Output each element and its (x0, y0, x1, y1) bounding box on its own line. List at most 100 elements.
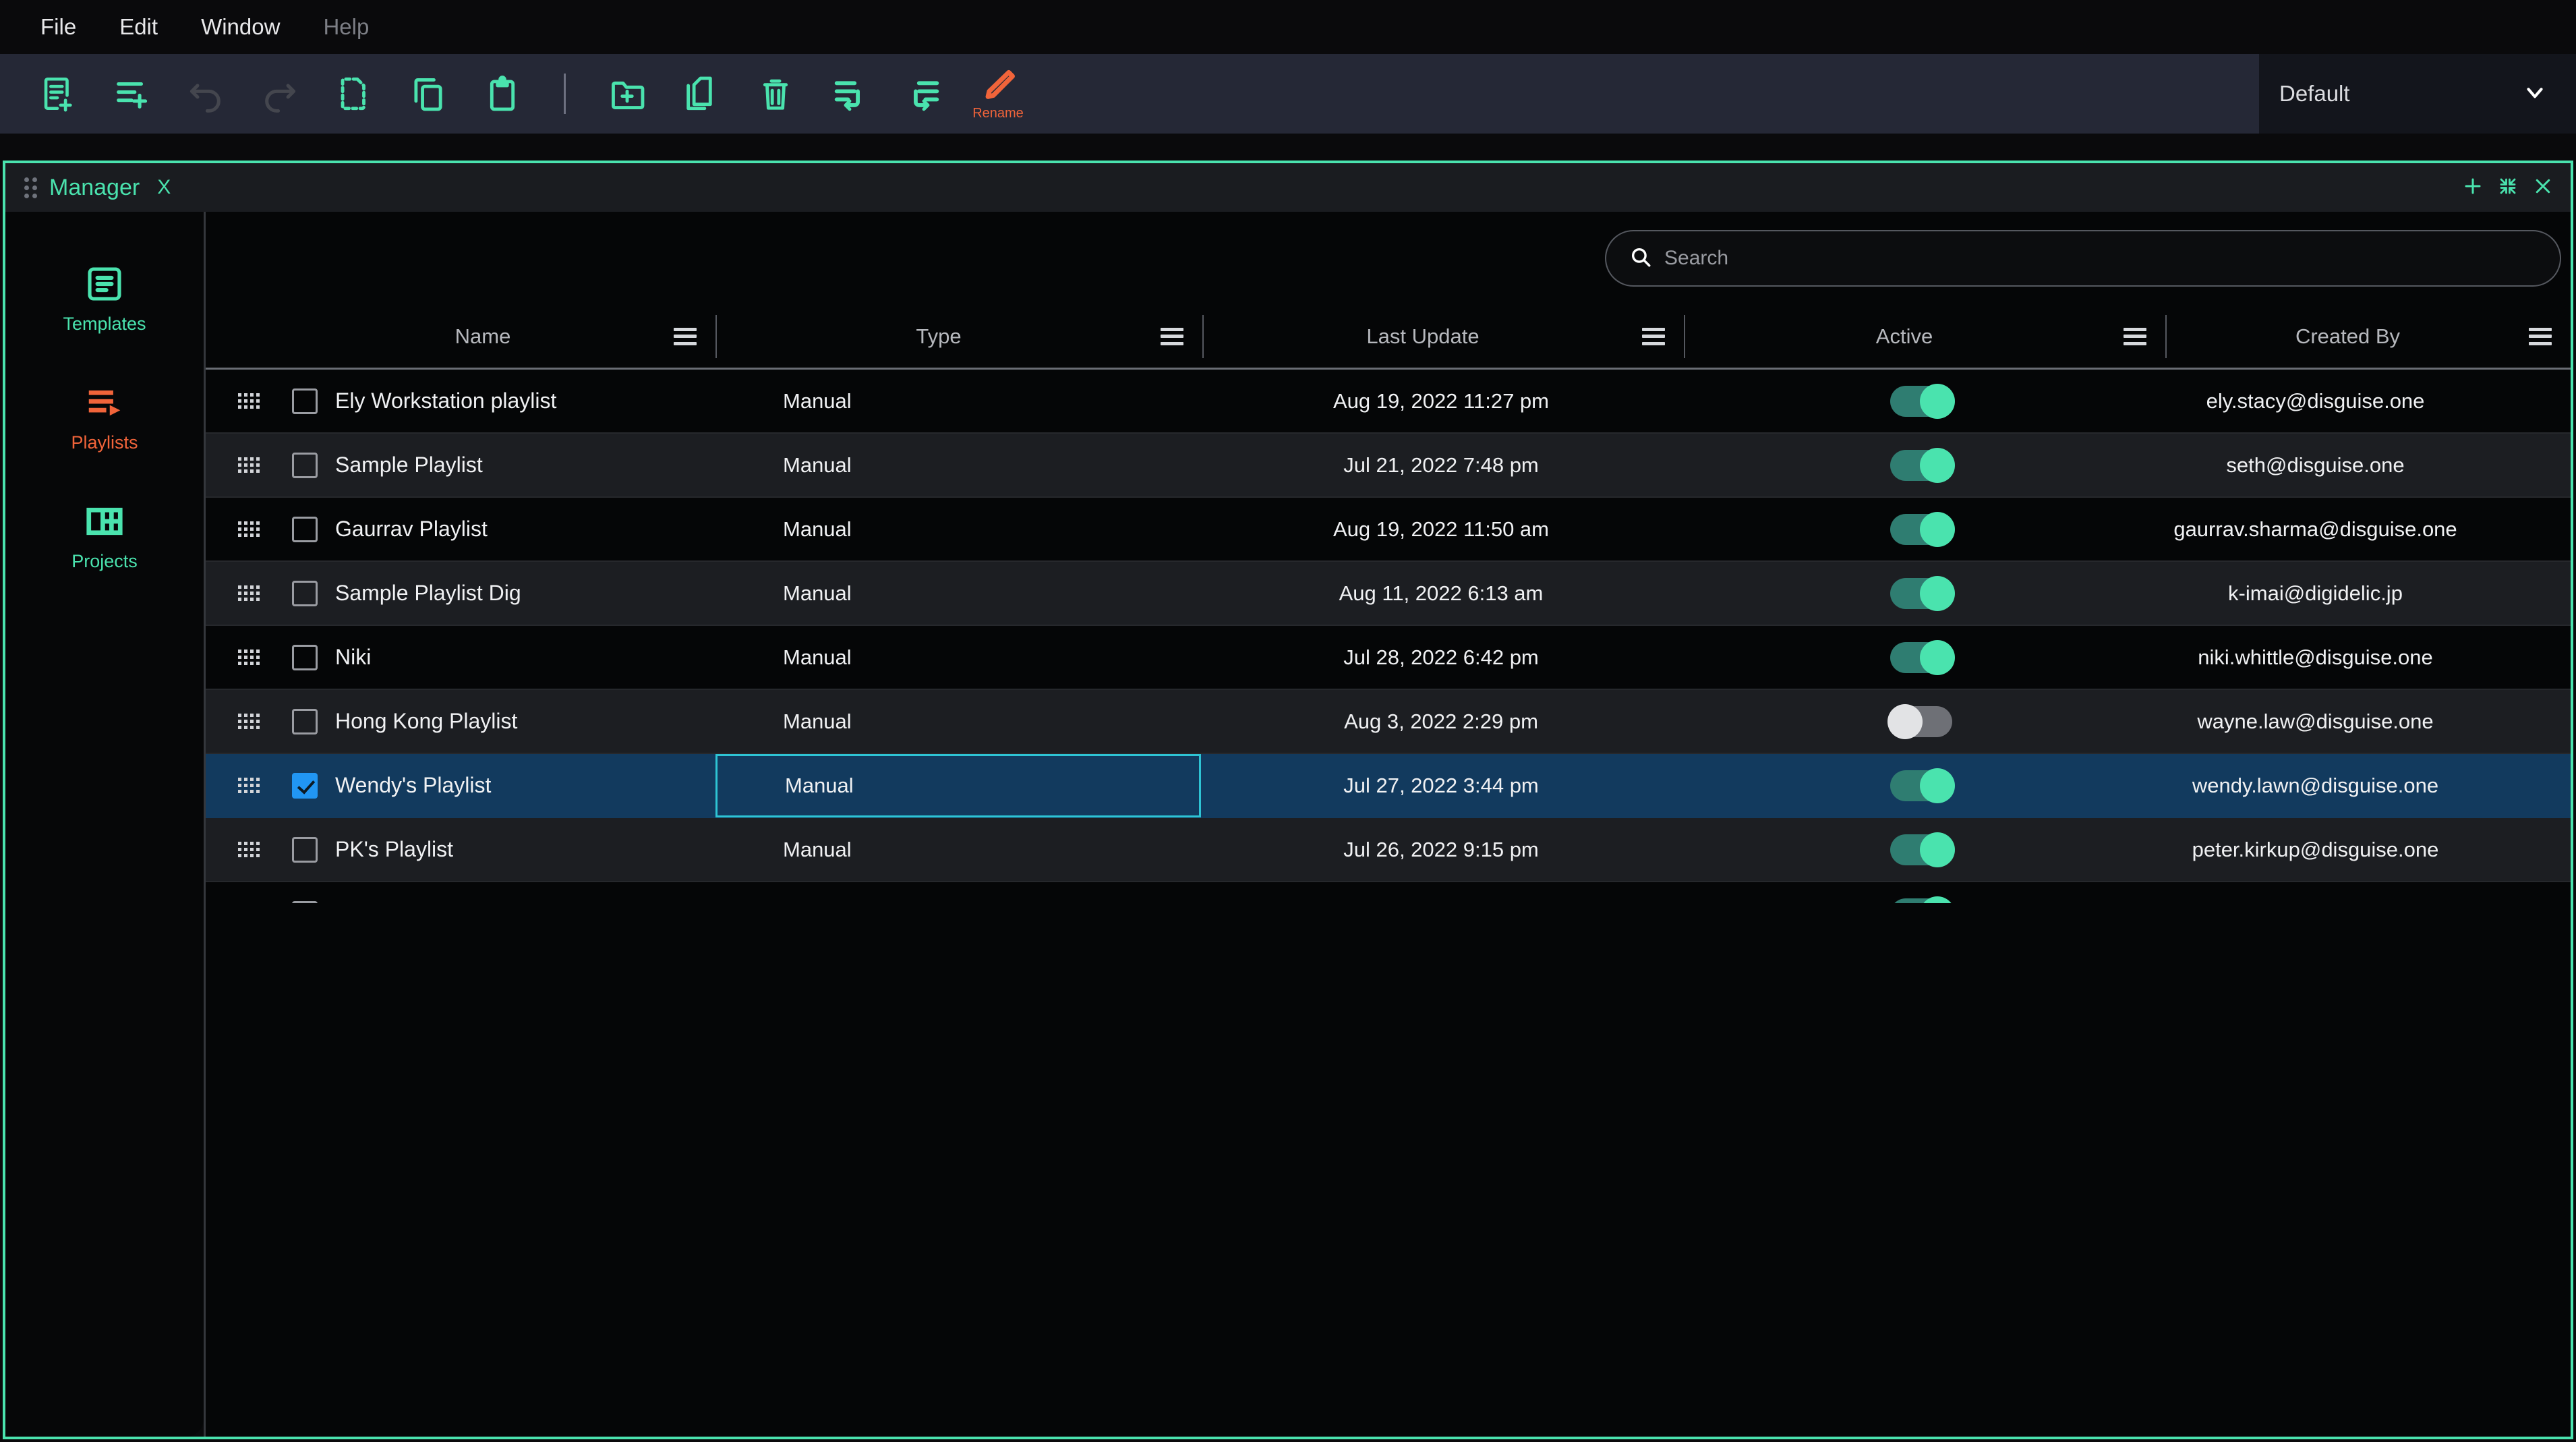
plus-icon[interactable] (2463, 176, 2483, 200)
row-checkbox[interactable] (292, 773, 318, 799)
active-toggle[interactable] (1890, 642, 1952, 673)
cell-active[interactable] (1681, 561, 2161, 625)
active-toggle[interactable] (1890, 898, 1952, 904)
cell-active[interactable] (1681, 753, 2161, 817)
row-drag-handle[interactable] (206, 370, 292, 433)
drag-dots-icon[interactable] (238, 714, 260, 729)
cell-last-update[interactable]: Jul 26, 2022 9:15 pm (1201, 817, 1681, 882)
preset-dropdown[interactable]: Default (2259, 54, 2576, 134)
header-name[interactable]: Name (292, 304, 715, 369)
cell-created-by[interactable]: wayne.law@disguise.one (2161, 689, 2571, 753)
cell-name[interactable]: Sample Playlist (292, 433, 715, 497)
row-checkbox[interactable] (292, 837, 318, 863)
cell-created-by[interactable]: gaurrav.sharma@disguise.one (2161, 497, 2571, 561)
row-checkbox[interactable] (292, 453, 318, 478)
close-icon[interactable] (2533, 176, 2553, 200)
active-toggle[interactable] (1890, 450, 1952, 481)
cell-created-by[interactable]: seth@disguise.one (2161, 433, 2571, 497)
column-menu-icon[interactable] (1642, 328, 1665, 345)
cell-type[interactable]: Manual (715, 817, 1201, 882)
row-checkbox[interactable] (292, 709, 318, 734)
menu-item-file[interactable]: File (19, 0, 98, 54)
delete-button[interactable] (738, 54, 813, 134)
cell-created-by[interactable]: wendy.lawn@disguise.one (2161, 753, 2571, 817)
row-drag-handle[interactable] (206, 753, 292, 817)
sidebar-item-projects[interactable]: Projects (44, 500, 165, 572)
row-drag-handle[interactable] (206, 882, 292, 903)
cell-type[interactable]: Manual (715, 497, 1201, 561)
cell-active[interactable] (1681, 625, 2161, 689)
cell-type[interactable]: Manual (715, 433, 1201, 497)
new-document-button[interactable] (20, 54, 94, 134)
redo-button[interactable] (243, 54, 317, 134)
header-last-update[interactable]: Last Update (1204, 304, 1684, 369)
sidebar-item-playlists[interactable]: Playlists (44, 382, 165, 453)
drag-dots-icon[interactable] (238, 842, 260, 857)
row-drag-handle[interactable] (206, 433, 292, 497)
cell-created-by[interactable]: niki.whittle@disguise.one (2161, 625, 2571, 689)
cell-name[interactable]: Sample Playlist Dig (292, 561, 715, 625)
row-checkbox[interactable] (292, 581, 318, 606)
cell-last-update[interactable]: Aug 25, 2022 11:30 pm (1201, 882, 1681, 903)
cell-last-update[interactable]: Aug 19, 2022 11:50 am (1201, 497, 1681, 561)
search-input[interactable]: Search (1605, 230, 2561, 287)
cell-active[interactable] (1681, 817, 2161, 882)
outdent-button[interactable] (813, 54, 887, 134)
new-row-button[interactable] (94, 54, 169, 134)
cell-type[interactable]: Manual (715, 882, 1201, 903)
cell-last-update[interactable]: Aug 3, 2022 2:29 pm (1201, 689, 1681, 753)
table-row[interactable]: Hong Kong PlaylistManualAug 3, 2022 2:29… (206, 690, 2571, 754)
cell-name[interactable]: Niki (292, 625, 715, 689)
column-menu-icon[interactable] (1161, 328, 1183, 345)
cell-created-by[interactable]: ely.stacy@disguise.one (2161, 370, 2571, 433)
column-menu-icon[interactable] (2124, 328, 2146, 345)
cell-type[interactable]: Manual (715, 625, 1201, 689)
cell-name[interactable]: Gaurrav Playlist (292, 497, 715, 561)
table-row[interactable]: Sample PlaylistManualJul 21, 2022 7:48 p… (206, 434, 2571, 498)
active-toggle[interactable] (1890, 514, 1952, 545)
drag-dots-icon[interactable] (238, 457, 260, 473)
paste-button[interactable] (465, 54, 539, 134)
cell-type[interactable]: Manual (715, 689, 1201, 753)
cell-created-by[interactable]: peter.kirkup@disguise.one (2161, 817, 2571, 882)
drag-handle-icon[interactable] (24, 177, 37, 198)
cell-name[interactable]: Wendy's Playlist (292, 753, 715, 817)
row-checkbox[interactable] (292, 517, 318, 542)
header-active[interactable]: Active (1685, 304, 2165, 369)
cell-type[interactable]: Manual (715, 561, 1201, 625)
cut-button[interactable] (317, 54, 391, 134)
table-row[interactable]: Ely Workstation playlistManualAug 19, 20… (206, 370, 2571, 434)
drag-dots-icon[interactable] (238, 650, 260, 665)
cell-name[interactable]: Hong Kong Playlist (292, 689, 715, 753)
row-checkbox[interactable] (292, 645, 318, 670)
cell-active[interactable] (1681, 497, 2161, 561)
drag-dots-icon[interactable] (238, 521, 260, 537)
row-checkbox[interactable] (292, 901, 318, 904)
cell-active[interactable] (1681, 433, 2161, 497)
indent-button[interactable] (887, 54, 961, 134)
menu-item-window[interactable]: Window (179, 0, 301, 54)
cell-last-update[interactable]: Aug 19, 2022 11:27 pm (1201, 370, 1681, 433)
duplicate-button[interactable] (664, 54, 738, 134)
copy-button[interactable] (391, 54, 465, 134)
menu-item-help[interactable]: Help (301, 0, 390, 54)
cell-name[interactable]: PK's Playlist (292, 817, 715, 882)
cell-last-update[interactable]: Jul 28, 2022 6:42 pm (1201, 625, 1681, 689)
table-row[interactable]: PK's PlaylistManualJul 26, 2022 9:15 pm p… (206, 818, 2571, 882)
rename-button[interactable]: Rename (961, 54, 1035, 134)
active-toggle[interactable] (1890, 834, 1952, 865)
cell-active[interactable] (1681, 370, 2161, 433)
table-row[interactable]: Wendy's PlaylistManualJul 27, 2022 3:44 … (206, 754, 2571, 818)
row-drag-handle[interactable] (206, 625, 292, 689)
drag-dots-icon[interactable] (238, 778, 260, 793)
cell-type[interactable]: Manual (715, 370, 1201, 433)
cell-created-by[interactable]: seth@disguise.one (2161, 882, 2571, 903)
new-folder-button[interactable] (590, 54, 664, 134)
cell-active[interactable] (1681, 882, 2161, 903)
cell-last-update[interactable]: Jul 21, 2022 7:48 pm (1201, 433, 1681, 497)
undo-button[interactable] (169, 54, 243, 134)
active-toggle[interactable] (1890, 706, 1952, 737)
cell-created-by[interactable]: k-imai@digidelic.jp (2161, 561, 2571, 625)
cell-name[interactable]: Ely Workstation playlist (292, 370, 715, 433)
header-type[interactable]: Type (717, 304, 1202, 369)
